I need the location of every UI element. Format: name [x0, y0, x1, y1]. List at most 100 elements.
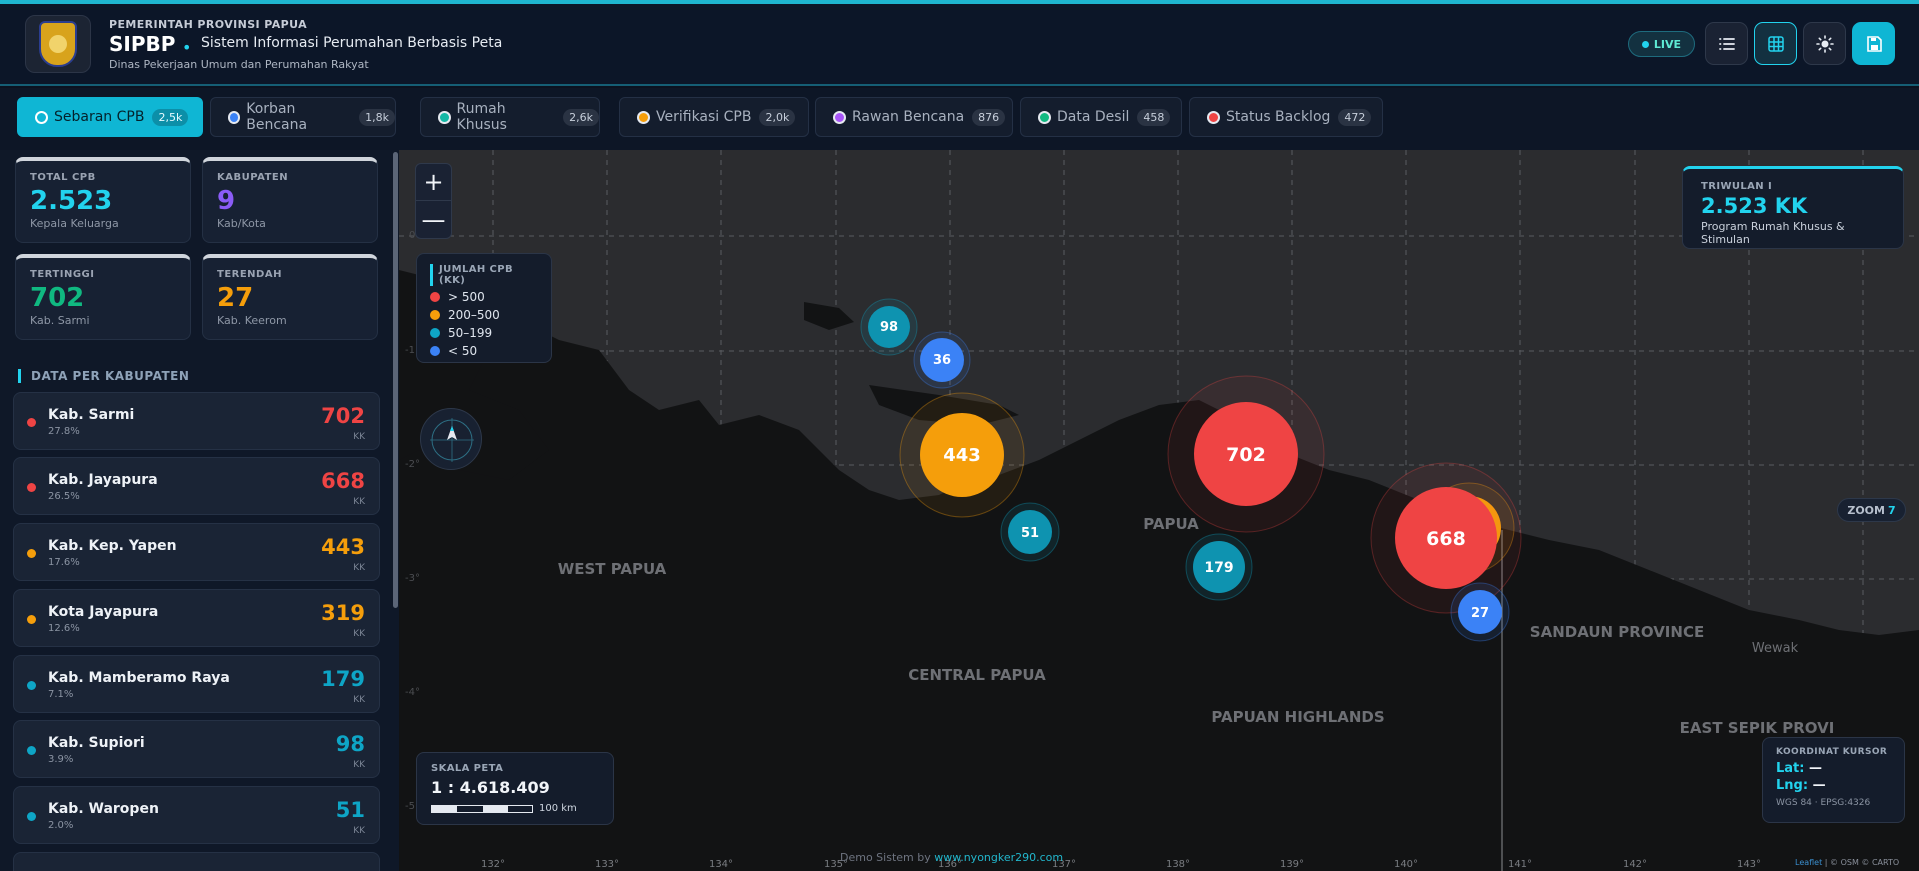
lng-value: —: [1812, 778, 1826, 793]
kabupaten-item-supiori[interactable]: Kab. Supiori 3.9% 98 KK: [13, 720, 380, 778]
tab-korban-bencana[interactable]: Korban Bencana 1,8k: [210, 97, 396, 137]
tab-label: Korban Bencana: [246, 101, 308, 133]
region-label: EAST SEPIK PROVI: [1680, 719, 1835, 737]
lat-tick: -4°: [405, 687, 420, 698]
lat-value: —: [1809, 761, 1823, 776]
tab-rawan-bencana[interactable]: Rawan Bencana 876: [815, 97, 1013, 137]
kabupaten-percent: 26.5%: [48, 491, 80, 502]
region-label: PAPUAN HIGHLANDS: [1211, 708, 1384, 726]
kabupaten-percent: 27.8%: [48, 426, 80, 437]
tab-status-backlog[interactable]: Status Backlog 472: [1189, 97, 1383, 137]
legend-label: 200–500: [448, 308, 500, 322]
kabupaten-name: Kab. Waropen: [48, 801, 159, 817]
region-label: WEST PAPUA: [558, 560, 667, 578]
status-dot: [27, 746, 36, 755]
status-dot: [27, 483, 36, 492]
save-button[interactable]: [1852, 22, 1895, 65]
stat-value: 702: [30, 283, 85, 313]
tab-count-badge: 1,8k: [359, 108, 395, 126]
zoom-in-button[interactable]: +: [416, 164, 451, 201]
circle-icon: [35, 110, 48, 124]
live-label: LIVE: [1653, 37, 1682, 51]
stat-sub: Kab. Sarmi: [30, 314, 90, 327]
lon-tick: 143°: [1737, 859, 1761, 870]
kabupaten-item-waropen[interactable]: Kab. Waropen 2.0% 51 KK: [13, 786, 380, 844]
marker-label: 27: [1471, 606, 1489, 621]
triwulan-value: 2.523 KK: [1701, 194, 1808, 218]
kabupaten-item-jayapura[interactable]: Kab. Jayapura 26.5% 668 KK: [13, 457, 380, 515]
stat-card-tertinggi: TERTINGGI 702 Kab. Sarmi: [15, 254, 191, 340]
save-icon: [1866, 35, 1882, 52]
zoom-label: ZOOM: [1847, 503, 1885, 517]
tab-data-desil[interactable]: Data Desil 458: [1020, 97, 1182, 137]
zoom-out-button[interactable]: —: [416, 201, 451, 238]
grid-view-button[interactable]: [1754, 22, 1797, 65]
government-label: PEMERINTAH PROVINSI PAPUA: [109, 18, 307, 31]
live-dot-icon: [1641, 40, 1649, 48]
lat-label: Lat:: [1776, 761, 1805, 776]
compass-button[interactable]: [420, 408, 482, 470]
marker-label: 179: [1204, 560, 1233, 576]
kabupaten-percent: 7.1%: [48, 689, 74, 700]
legend-item: > 500: [430, 290, 538, 304]
credit-link[interactable]: www.nyongker290.com: [934, 851, 1063, 864]
kabupaten-value: 702: [321, 404, 365, 428]
kabupaten-value: 668: [321, 469, 365, 493]
tab-sebaran-cpb[interactable]: Sebaran CPB 2,5k: [17, 97, 203, 137]
legend-swatch: [430, 292, 440, 302]
kabupaten-unit: KK: [353, 497, 365, 507]
theme-toggle-button[interactable]: [1803, 22, 1846, 65]
coord-title: KOORDINAT KURSOR: [1776, 747, 1888, 757]
leaflet-link[interactable]: Leaflet: [1795, 858, 1822, 867]
tab-label: Data Desil: [1057, 109, 1130, 125]
marker-label: 51: [1021, 526, 1039, 541]
tab-count-badge: 2,6k: [563, 108, 599, 126]
map-attribution: Leaflet | © OSM © CARTO: [1795, 858, 1899, 867]
lon-tick: 139°: [1280, 859, 1304, 870]
kabupaten-item-sarmi[interactable]: Kab. Sarmi 27.8% 702 KK: [13, 392, 380, 450]
kabupaten-item-mamberamo-raya[interactable]: Kab. Mamberamo Raya 7.1% 179 KK: [13, 655, 380, 713]
tab-verifikasi-cpb[interactable]: Verifikasi CPB 2,0k: [619, 97, 809, 137]
list-view-button[interactable]: [1705, 22, 1748, 65]
kabupaten-name: Kab. Jayapura: [48, 472, 158, 488]
marker-label: 702: [1226, 444, 1266, 466]
grid-icon: [1767, 35, 1784, 52]
status-dot: [27, 549, 36, 558]
circle-icon: [228, 110, 241, 124]
kabupaten-item-kota-jayapura[interactable]: Kota Jayapura 12.6% 319 KK: [13, 589, 380, 647]
credit-prefix: Demo Sistem by: [840, 851, 931, 864]
stat-value: 9: [217, 186, 236, 216]
status-dot: [27, 681, 36, 690]
kabupaten-item-kep-yapen[interactable]: Kab. Kep. Yapen 17.6% 443 KK: [13, 523, 380, 581]
map-svg: 0° -1° -2° -3° -4° -5° 132° 133° 134° 13…: [399, 150, 1919, 871]
triwulan-label: TRIWULAN I: [1701, 181, 1773, 192]
tab-count-badge: 2,5k: [152, 108, 189, 126]
map-scale-panel: SKALA PETA 1 : 4.618.409 100 km: [416, 752, 614, 825]
tab-count-badge: 2,0k: [759, 108, 796, 126]
map-canvas[interactable]: 0° -1° -2° -3° -4° -5° 132° 133° 134° 13…: [399, 150, 1919, 871]
circle-icon: [438, 110, 451, 124]
kabupaten-percent: 12.6%: [48, 623, 80, 634]
map-legend: JUMLAH CPB (KK) > 500 200–500 50–199 < 5…: [416, 253, 552, 363]
legend-swatch: [430, 310, 440, 320]
stat-card-terendah: TERENDAH 27 Kab. Keerom: [202, 254, 378, 340]
kabupaten-percent: 3.9%: [48, 754, 74, 765]
sidebar-scrollbar[interactable]: [393, 152, 398, 608]
scale-bar: [431, 804, 533, 813]
stat-label: TERTINGGI: [30, 269, 95, 280]
zoom-control: + —: [415, 163, 452, 239]
legend-label: > 500: [448, 290, 485, 304]
marker-label: 36: [933, 353, 951, 368]
legend-swatch: [430, 346, 440, 356]
triwulan-card: TRIWULAN I 2.523 KK Program Rumah Khusus…: [1682, 166, 1904, 249]
stat-card-total-cpb: TOTAL CPB 2.523 Kepala Keluarga: [15, 157, 191, 243]
tab-rumah-khusus[interactable]: Rumah Khusus 2,6k: [420, 97, 600, 137]
lon-tick: 140°: [1394, 859, 1418, 870]
kabupaten-item-partial[interactable]: [13, 852, 380, 871]
app-full-name: Sistem Informasi Perumahan Berbasis Peta: [201, 35, 503, 51]
legend-title: JUMLAH CPB (KK): [430, 264, 538, 286]
stat-sub: Kab. Keerom: [217, 314, 287, 327]
lat-tick: -3°: [405, 573, 420, 584]
marker-label: 98: [880, 320, 898, 335]
lon-tick: 141°: [1508, 859, 1532, 870]
